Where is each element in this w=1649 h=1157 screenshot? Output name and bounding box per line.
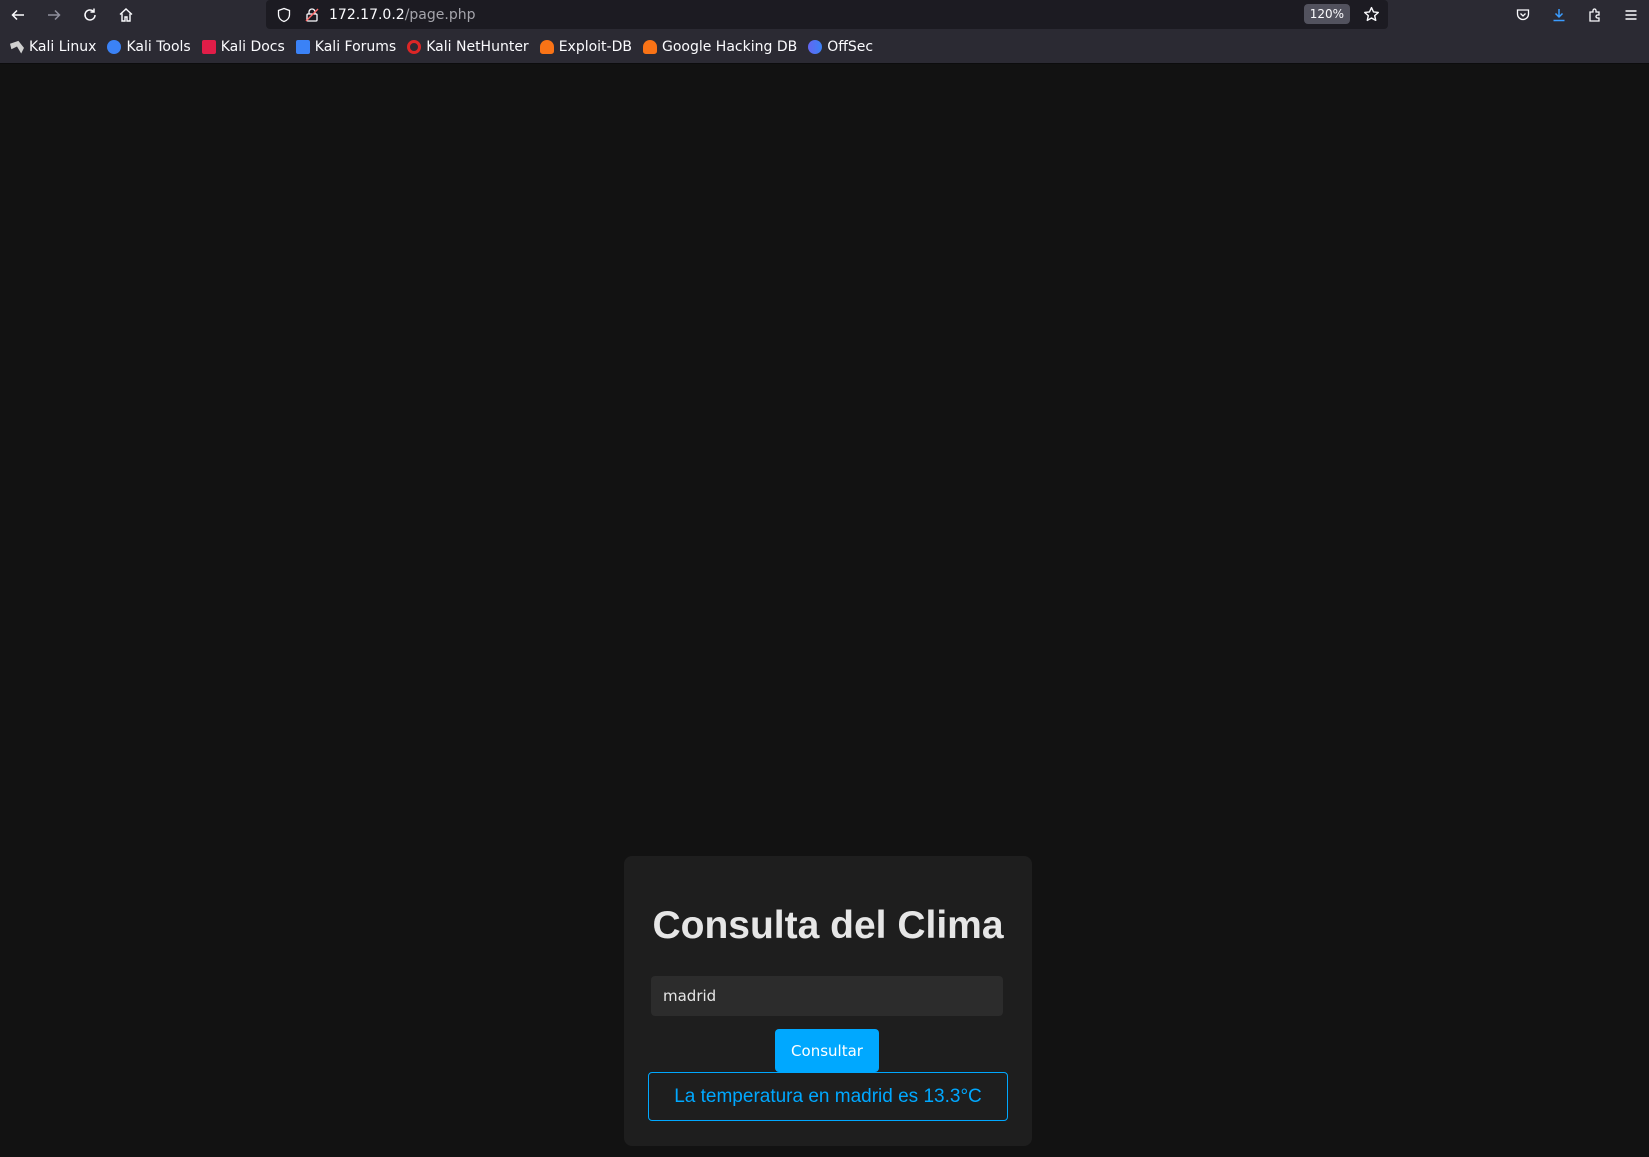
bookmark-google-hacking-db[interactable]: Google Hacking DB	[642, 39, 797, 55]
home-icon	[119, 8, 133, 22]
menu-button[interactable]	[1613, 0, 1649, 30]
reload-icon	[84, 8, 96, 21]
city-input[interactable]	[651, 976, 1003, 1016]
weather-card: Consulta del Clima Consultar La temperat…	[624, 856, 1032, 1146]
browser-toolbar: 172.17.0.2/page.php 120%	[0, 0, 1649, 30]
exploit-db-icon	[539, 39, 554, 54]
bookmark-exploit-db[interactable]: Exploit-DB	[539, 39, 632, 55]
forward-button[interactable]	[36, 0, 72, 30]
downloads-button[interactable]	[1541, 0, 1577, 30]
bookmark-kali-forums[interactable]: Kali Forums	[295, 39, 396, 55]
bookmark-kali-docs[interactable]: Kali Docs	[201, 39, 285, 55]
insecure-lock-icon[interactable]	[304, 7, 320, 23]
kali-tools-icon	[107, 39, 122, 54]
pocket-icon	[1516, 9, 1530, 21]
bookmark-offsec[interactable]: OffSec	[808, 39, 873, 55]
kali-forums-icon	[295, 39, 310, 54]
hamburger-menu-icon	[1625, 10, 1637, 20]
toolbar-right-icons	[1505, 0, 1649, 30]
kali-nethunter-icon	[407, 39, 422, 54]
bookmark-kali-tools[interactable]: Kali Tools	[107, 39, 191, 55]
url-bar[interactable]: 172.17.0.2/page.php 120%	[266, 0, 1388, 29]
home-button[interactable]	[108, 0, 144, 30]
pocket-button[interactable]	[1505, 0, 1541, 30]
puzzle-icon	[1589, 8, 1600, 22]
bookmark-kali-nethunter[interactable]: Kali NetHunter	[407, 39, 529, 55]
kali-dragon-icon	[10, 40, 24, 54]
page-title: Consulta del Clima	[652, 904, 1004, 947]
back-button[interactable]	[0, 0, 36, 30]
temperature-result: La temperatura en madrid es 13.3°C	[648, 1072, 1008, 1121]
url-path[interactable]: /page.php	[405, 7, 476, 23]
shield-icon[interactable]	[276, 7, 292, 23]
url-host[interactable]: 172.17.0.2	[329, 7, 405, 23]
kali-docs-icon	[201, 39, 216, 54]
consultar-button[interactable]: Consultar	[775, 1029, 879, 1072]
bookmarks-toolbar: Kali Linux Kali Tools Kali Docs Kali For…	[0, 30, 1649, 64]
arrow-left-icon	[11, 9, 24, 21]
bookmark-kali-linux[interactable]: Kali Linux	[10, 39, 96, 55]
download-icon	[1553, 9, 1565, 22]
extensions-button[interactable]	[1577, 0, 1613, 30]
offsec-icon	[808, 39, 823, 54]
ghdb-icon	[642, 39, 657, 54]
star-bookmark-icon[interactable]	[1363, 6, 1380, 23]
zoom-level-badge[interactable]: 120%	[1303, 4, 1350, 24]
arrow-right-icon	[48, 9, 61, 21]
reload-button[interactable]	[72, 0, 108, 30]
